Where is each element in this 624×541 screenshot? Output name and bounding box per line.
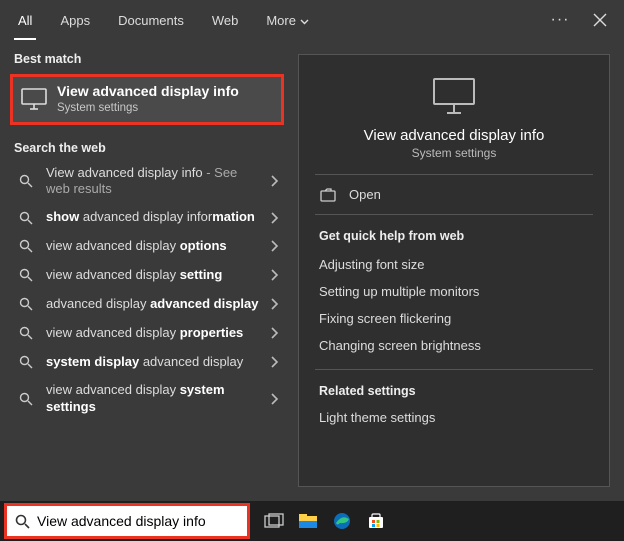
help-link[interactable]: Changing screen brightness — [299, 332, 609, 359]
tab-documents[interactable]: Documents — [104, 0, 198, 40]
chevron-right-icon — [266, 327, 282, 339]
related-link[interactable]: Light theme settings — [299, 404, 609, 431]
open-icon — [319, 188, 337, 202]
chevron-down-icon — [300, 13, 309, 28]
chevron-right-icon — [266, 212, 282, 224]
search-icon — [16, 392, 36, 406]
search-input[interactable] — [37, 506, 247, 536]
web-result-label: advanced display advanced display — [36, 296, 266, 313]
preview-title: View advanced display info — [315, 127, 593, 144]
file-explorer-icon[interactable] — [294, 507, 322, 535]
chevron-right-icon — [266, 393, 282, 405]
web-result[interactable]: show advanced display information — [0, 203, 294, 232]
monitor-icon — [315, 77, 593, 115]
tab-more[interactable]: More — [252, 0, 323, 40]
search-icon — [7, 514, 37, 529]
chevron-right-icon — [266, 298, 282, 310]
close-icon — [593, 13, 607, 27]
search-web-label: Search the web — [0, 135, 294, 159]
best-match-title: View advanced display info — [57, 83, 239, 100]
web-result-label: View advanced display info - See web res… — [36, 165, 266, 198]
web-result[interactable]: View advanced display info - See web res… — [0, 159, 294, 204]
more-options-button[interactable]: ··· — [540, 0, 580, 40]
web-result-label: view advanced display options — [36, 238, 266, 255]
task-view-icon[interactable] — [260, 507, 288, 535]
tab-apps[interactable]: Apps — [46, 0, 104, 40]
chevron-right-icon — [266, 240, 282, 252]
preview-subtitle: System settings — [315, 146, 593, 160]
best-match-label: Best match — [0, 46, 294, 70]
web-result[interactable]: advanced display advanced display — [0, 290, 294, 319]
close-button[interactable] — [580, 0, 620, 40]
search-icon — [16, 268, 36, 282]
open-label: Open — [349, 187, 381, 202]
best-match-result[interactable]: View advanced display info System settin… — [10, 74, 284, 125]
related-settings-label: Related settings — [299, 370, 609, 404]
search-icon — [16, 239, 36, 253]
web-result[interactable]: view advanced display setting — [0, 261, 294, 290]
help-link[interactable]: Adjusting font size — [299, 251, 609, 278]
microsoft-store-icon[interactable] — [362, 507, 390, 535]
web-result[interactable]: view advanced display options — [0, 232, 294, 261]
tab-web[interactable]: Web — [198, 0, 253, 40]
web-result-label: system display advanced display — [36, 354, 266, 371]
web-result[interactable]: view advanced display system settings — [0, 376, 294, 421]
search-icon — [16, 174, 36, 188]
help-link[interactable]: Fixing screen flickering — [299, 305, 609, 332]
monitor-icon — [21, 88, 47, 110]
chevron-right-icon — [266, 356, 282, 368]
web-result-label: show advanced display information — [36, 209, 266, 226]
search-filter-tabs: All Apps Documents Web More ··· — [0, 0, 624, 40]
chevron-right-icon — [266, 175, 282, 187]
search-icon — [16, 326, 36, 340]
results-column: Best match View advanced display info Sy… — [0, 40, 294, 501]
search-icon — [16, 355, 36, 369]
quick-help-label: Get quick help from web — [299, 215, 609, 251]
web-result[interactable]: system display advanced display — [0, 348, 294, 377]
web-result-label: view advanced display properties — [36, 325, 266, 342]
tab-all[interactable]: All — [4, 0, 46, 40]
best-match-subtitle: System settings — [57, 102, 239, 116]
taskbar-search-box[interactable] — [7, 506, 247, 536]
web-result[interactable]: view advanced display properties — [0, 319, 294, 348]
preview-pane: View advanced display info System settin… — [298, 54, 610, 487]
help-link[interactable]: Setting up multiple monitors — [299, 278, 609, 305]
search-body: Best match View advanced display info Sy… — [0, 40, 624, 501]
taskbar — [0, 501, 624, 541]
web-result-label: view advanced display system settings — [36, 382, 266, 415]
chevron-right-icon — [266, 269, 282, 281]
search-icon — [16, 297, 36, 311]
edge-icon[interactable] — [328, 507, 356, 535]
web-result-label: view advanced display setting — [36, 267, 266, 284]
open-action[interactable]: Open — [299, 175, 609, 214]
search-box-highlight — [4, 503, 250, 539]
search-icon — [16, 211, 36, 225]
